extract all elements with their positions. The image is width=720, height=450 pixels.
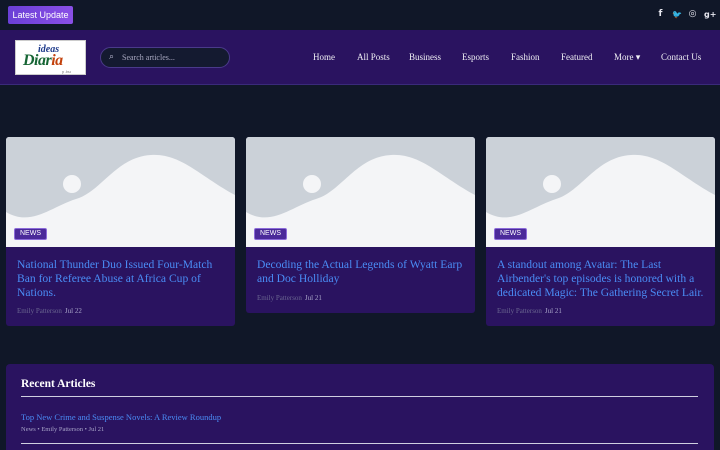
article-image-placeholder[interactable]: NEWS [6,137,235,247]
article-author: Emily Patterson [17,307,62,316]
article-meta: Emily Patterson Jul 21 [257,294,464,302]
nav-item-fashion[interactable]: Fashion [511,52,540,62]
category-badge[interactable]: NEWS [14,228,47,240]
recent-article-meta: News • Emily Patterson • Jul 21 [21,426,105,433]
article-card[interactable]: NEWS A standout among Avatar: The Last A… [486,137,715,327]
nav-item-featured[interactable]: Featured [561,52,593,62]
section-heading: Recent Articles [21,378,96,390]
article-date: Jul 22 [64,307,82,316]
article-date: Jul 21 [304,293,322,302]
category-badge[interactable]: NEWS [254,228,287,240]
article-meta: Emily Patterson Jul 22 [17,307,224,315]
article-title[interactable]: National Thunder Duo Issued Four-Match B… [17,258,224,299]
nav-item-home[interactable]: Home [313,52,335,62]
social-links: f 🐦 ◎ g+ [656,9,717,20]
main-nav: Home All Posts Business Esports Fashion … [0,52,720,64]
top-bar: Latest Update f 🐦 ◎ g+ [0,0,720,30]
twitter-icon[interactable]: 🐦 [672,9,682,20]
nav-item-business[interactable]: Business [409,52,441,62]
nav-item-esports[interactable]: Esports [462,52,489,62]
divider [21,443,698,444]
facebook-icon[interactable]: f [656,9,665,20]
instagram-icon[interactable]: ◎ [688,9,697,20]
latest-update-button[interactable]: Latest Update [8,6,73,24]
article-title[interactable]: Decoding the Actual Legends of Wyatt Ear… [257,258,464,286]
nav-item-contact-us[interactable]: Contact Us [661,52,701,62]
article-title[interactable]: A standout among Avatar: The Last Airben… [497,258,704,299]
recent-articles-section: Recent Articles Top New Crime and Suspen… [6,364,714,450]
article-author: Emily Patterson [257,293,302,302]
nav-item-more[interactable]: More ▾ [614,52,640,63]
nav-item-all-posts[interactable]: All Posts [357,52,390,62]
article-image-placeholder[interactable]: NEWS [246,137,475,247]
google-plus-icon[interactable]: g+ [704,9,716,20]
article-card[interactable]: NEWS Decoding the Actual Legends of Wyat… [246,137,475,313]
article-meta: Emily Patterson Jul 21 [497,307,704,315]
article-date: Jul 21 [544,307,562,316]
article-author: Emily Patterson [497,307,542,316]
recent-article-title[interactable]: Top New Crime and Suspense Novels: A Rev… [21,412,221,422]
divider [21,396,698,397]
category-badge[interactable]: NEWS [494,228,527,240]
article-image-placeholder[interactable]: NEWS [486,137,715,247]
logo-small-text: y .bu [62,69,71,74]
article-card[interactable]: NEWS National Thunder Duo Issued Four-Ma… [6,137,235,327]
